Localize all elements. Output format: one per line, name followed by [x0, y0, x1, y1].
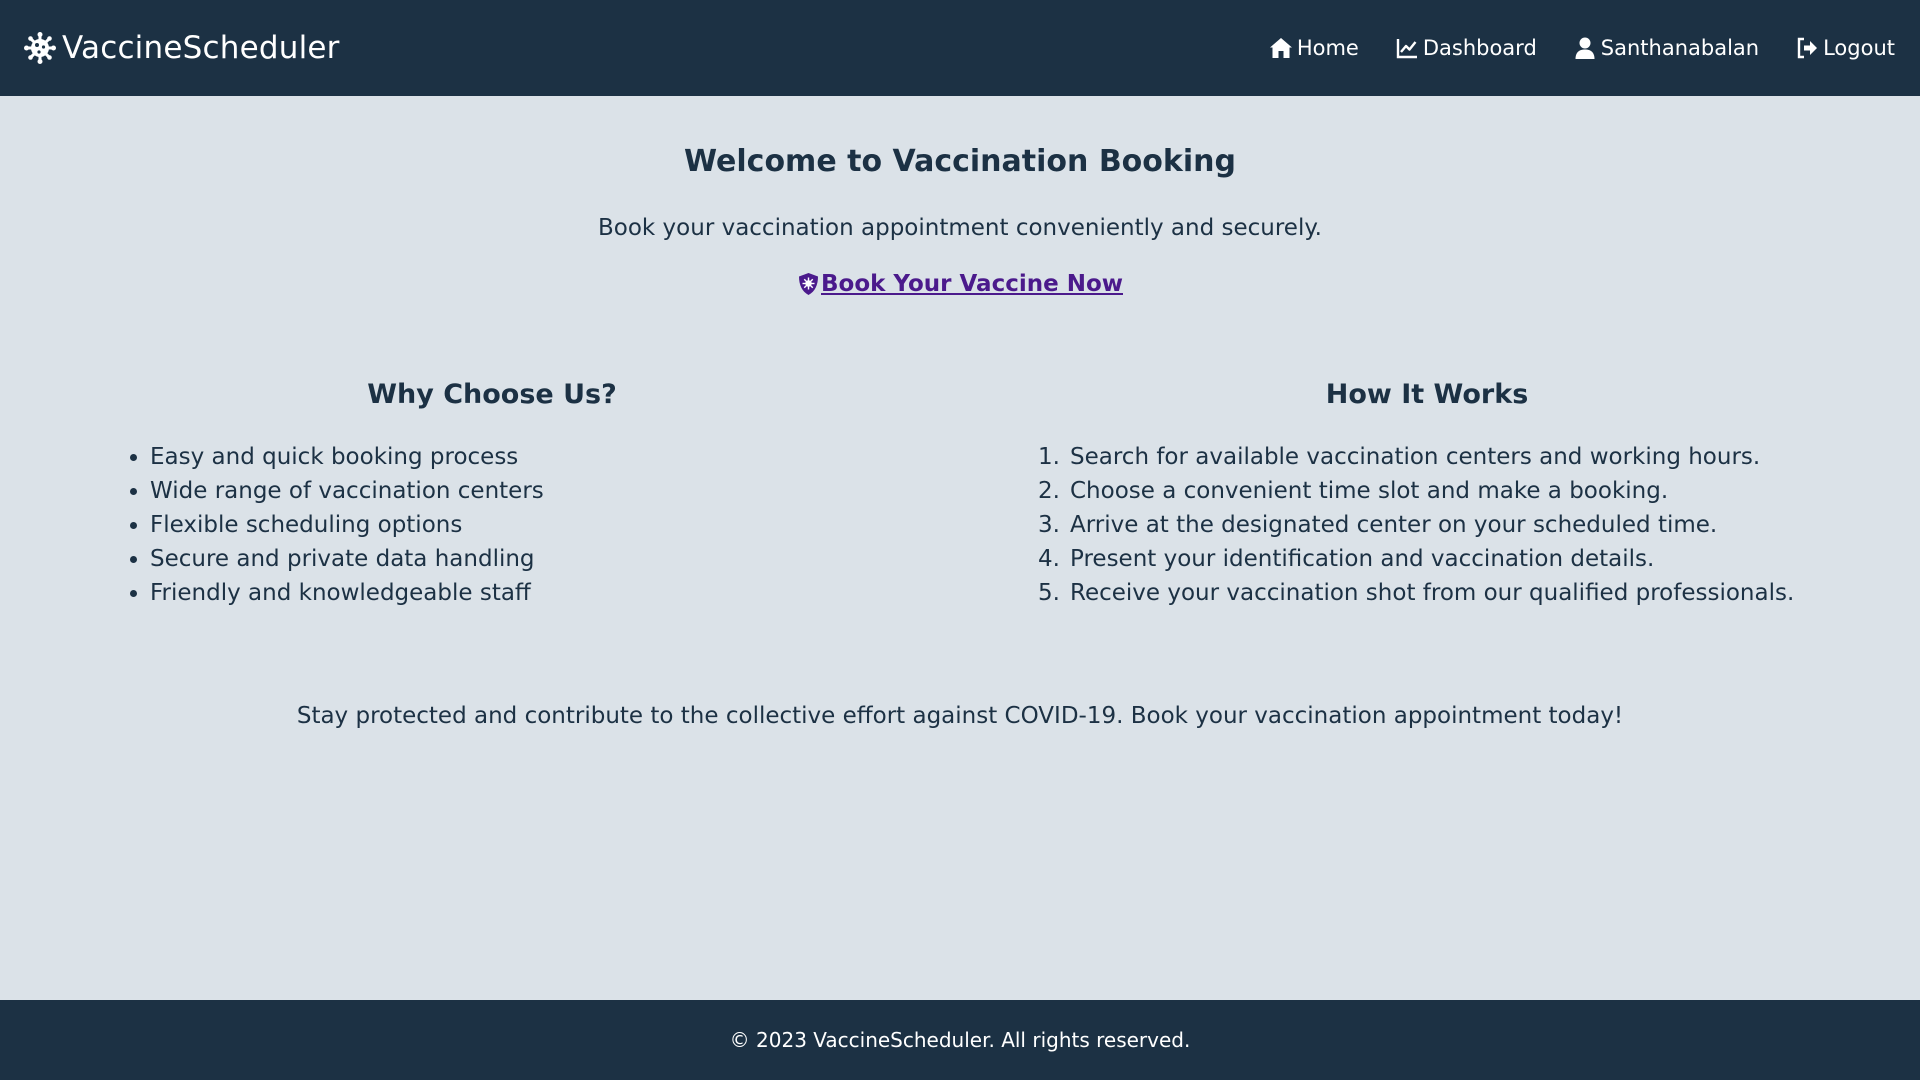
step-text: Search for available vaccination centers… [1070, 444, 1761, 470]
virus-icon [24, 32, 56, 64]
copyright-text: © 2023 VaccineScheduler. All rights rese… [729, 1028, 1191, 1052]
nav-home-label: Home [1296, 36, 1359, 60]
list-item: 2. Choose a convenient time slot and make… [1038, 474, 1794, 508]
footer: © 2023 VaccineScheduler. All rights rese… [0, 1000, 1920, 1080]
why-choose-us-list: Easy and quick booking process Wide rang… [130, 440, 544, 610]
list-item: Easy and quick booking process [130, 440, 544, 474]
closing-message: Stay protected and contribute to the col… [296, 703, 1624, 729]
nav-links: Home Dashboard Santhanabalan Logout [1269, 34, 1895, 62]
list-item: 5. Receive your vaccination shot from our… [1038, 576, 1795, 610]
step-text: Receive your vaccination shot from our q… [1070, 580, 1795, 606]
why-choose-us-heading: Why Choose Us? [367, 379, 617, 410]
how-it-works-heading: How It Works [1325, 379, 1529, 410]
list-item: Wide range of vaccination centers [130, 474, 544, 508]
shield-virus-icon [797, 272, 820, 296]
step-number: 2. [1038, 478, 1060, 504]
brand[interactable]: VaccineScheduler [24, 28, 340, 68]
list-item: 4. Present your identification and vaccin… [1038, 542, 1794, 576]
book-vaccine-link[interactable]: Book Your Vaccine Now [797, 268, 1123, 300]
nav-dashboard-label: Dashboard [1422, 36, 1537, 60]
list-item: Flexible scheduling options [130, 508, 544, 542]
nav-logout-label: Logout [1823, 36, 1895, 60]
step-text: Present your identification and vaccinat… [1070, 546, 1655, 572]
chart-line-icon [1395, 36, 1419, 60]
step-number: 3. [1038, 512, 1060, 538]
brand-name: VaccineScheduler [62, 30, 340, 66]
navbar: VaccineScheduler Home Dashboard Santhana… [0, 0, 1920, 96]
step-number: 1. [1038, 444, 1060, 470]
page-title: Welcome to Vaccination Booking [684, 144, 1236, 179]
logout-icon [1795, 36, 1819, 60]
nav-home-link[interactable]: Home [1269, 34, 1359, 62]
nav-dashboard-link[interactable]: Dashboard [1395, 34, 1537, 62]
user-icon [1573, 36, 1597, 60]
cta-container: Book Your Vaccine Now [0, 268, 1920, 300]
nav-logout-link[interactable]: Logout [1795, 34, 1895, 62]
home-icon [1269, 36, 1293, 60]
step-number: 4. [1038, 546, 1060, 572]
nav-user-link[interactable]: Santhanabalan [1573, 34, 1759, 62]
list-item: Secure and private data handling [130, 542, 544, 576]
step-text: Choose a convenient time slot and make a… [1070, 478, 1669, 504]
list-item: 1. Search for available vaccination cente… [1038, 440, 1794, 474]
step-text: Arrive at the designated center on your … [1070, 512, 1718, 538]
how-it-works-list: 1. Search for available vaccination cente… [1038, 440, 1795, 610]
nav-user-label: Santhanabalan [1600, 36, 1760, 60]
list-item: 3. Arrive at the designated center on you… [1038, 508, 1794, 542]
book-vaccine-label: Book Your Vaccine Now [821, 271, 1123, 297]
list-item: Friendly and knowledgeable staff [130, 576, 544, 610]
step-number: 5. [1038, 580, 1060, 606]
hero-subtitle: Book your vaccination appointment conven… [598, 215, 1322, 241]
